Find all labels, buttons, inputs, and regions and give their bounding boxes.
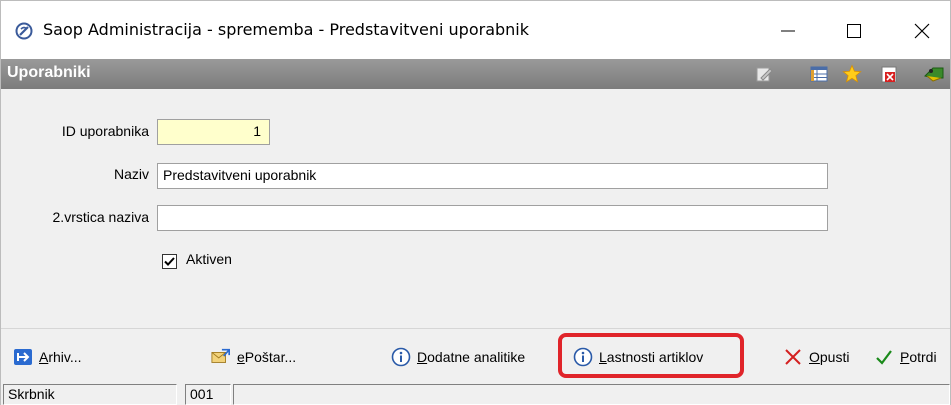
name-label: Naziv bbox=[113, 166, 149, 182]
close-button[interactable] bbox=[899, 11, 945, 51]
close-icon bbox=[914, 23, 930, 39]
cancel-mnemonic: O bbox=[809, 349, 820, 365]
confirm-button[interactable]: Potrdi bbox=[874, 343, 937, 371]
cancel-label: pusti bbox=[819, 349, 850, 365]
active-checkbox[interactable] bbox=[162, 254, 177, 269]
analytics-label: odatne analitike bbox=[427, 349, 526, 365]
name2-label: 2.vrstica naziva bbox=[52, 209, 149, 225]
archive-mnemonic: A bbox=[39, 349, 49, 365]
info-icon bbox=[391, 347, 411, 367]
cancel-x-icon bbox=[783, 347, 803, 367]
status-bar: Skrbnik 001 bbox=[1, 383, 950, 405]
minimize-icon bbox=[781, 30, 795, 32]
title-bar: Saop Administracija - sprememba - Predst… bbox=[1, 1, 950, 59]
id-field[interactable]: 1 bbox=[157, 119, 270, 145]
archive-label: rhiv... bbox=[48, 349, 82, 365]
app-window: Saop Administracija - sprememba - Predst… bbox=[0, 0, 951, 405]
highlight-annotation bbox=[558, 333, 744, 378]
name2-field[interactable] bbox=[157, 205, 828, 231]
status-message bbox=[233, 384, 950, 405]
minimize-button[interactable] bbox=[765, 11, 811, 51]
section-title: Uporabniki bbox=[7, 64, 91, 81]
window-title: Saop Administracija - sprememba - Predst… bbox=[43, 20, 529, 39]
active-label[interactable]: Aktiven bbox=[186, 251, 232, 267]
archive-icon bbox=[13, 347, 33, 367]
section-header: Uporabniki bbox=[1, 59, 950, 89]
confirm-mnemonic: P bbox=[900, 349, 910, 365]
additional-analytics-button[interactable]: Dodatne analitike bbox=[391, 343, 525, 371]
confirm-label: otrdi bbox=[909, 349, 937, 365]
status-code: 001 bbox=[185, 384, 231, 405]
delete-icon[interactable] bbox=[879, 64, 899, 84]
table-icon[interactable] bbox=[809, 64, 829, 84]
checkmark-icon bbox=[874, 347, 894, 367]
eposta-label: Poštar... bbox=[244, 349, 297, 365]
maximize-icon bbox=[847, 24, 861, 38]
favorite-star-icon[interactable] bbox=[842, 64, 862, 84]
archive-button[interactable]: Arhiv... bbox=[13, 343, 82, 371]
exit-icon[interactable] bbox=[923, 64, 944, 84]
edit-icon[interactable] bbox=[754, 64, 774, 84]
app-logo-icon bbox=[15, 22, 33, 40]
status-user: Skrbnik bbox=[3, 384, 177, 405]
checkmark-icon bbox=[164, 257, 175, 266]
cancel-button[interactable]: Opusti bbox=[783, 343, 849, 371]
email-icon bbox=[211, 347, 231, 367]
maximize-button[interactable] bbox=[831, 11, 877, 51]
analytics-mnemonic: D bbox=[417, 349, 428, 365]
bottom-toolbar: Arhiv... ePoštar... Dodatne analitike La… bbox=[1, 328, 950, 383]
name-field[interactable]: Predstavitveni uporabnik bbox=[157, 163, 828, 189]
eposta-button[interactable]: ePoštar... bbox=[211, 343, 296, 371]
id-label: ID uporabnika bbox=[61, 123, 149, 139]
eposta-mnemonic: e bbox=[237, 349, 245, 365]
user-form: ID uporabnika 1 Naziv Predstavitveni upo… bbox=[1, 89, 950, 329]
